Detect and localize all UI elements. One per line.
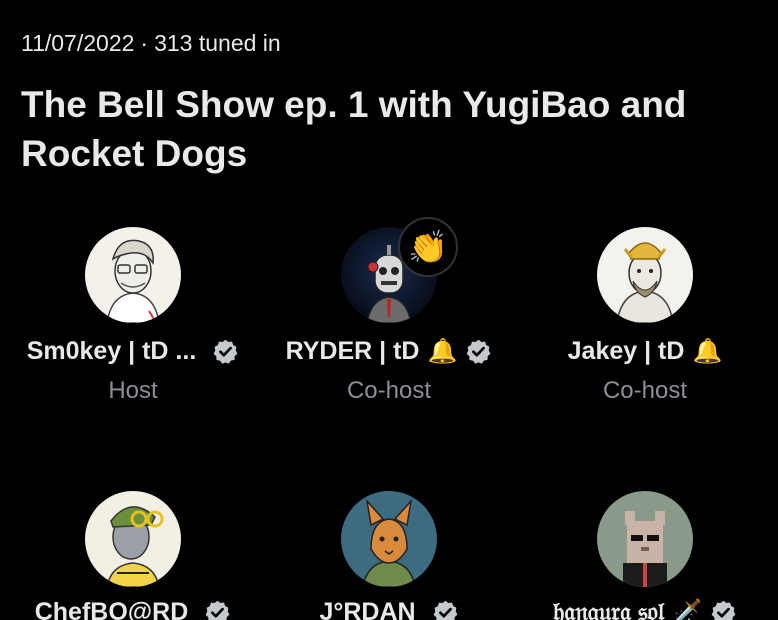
reaction-badge: 👏: [398, 217, 458, 277]
speaker-name-row: J°RDAN: [261, 598, 517, 620]
avatar[interactable]: [597, 227, 693, 323]
verified-badge-icon: [433, 600, 457, 620]
avatar[interactable]: [597, 491, 693, 587]
avatar[interactable]: [85, 491, 181, 587]
speaker-card[interactable]: Jakey | tD 🔔 Co-host: [517, 227, 773, 427]
speaker-card[interactable]: 👏 RYDER | tD 🔔 Co-host: [261, 217, 517, 427]
speaker-card[interactable]: Sm0key | tD ... Host: [5, 227, 261, 427]
verified-badge-icon: [466, 339, 491, 364]
bell-emoji: 🔔: [427, 338, 458, 365]
speaker-card[interactable]: 𝔥𝔞𝔫𝔤𝔲𝔯𝔞 𝔰𝔬𝔩 🗡️: [517, 491, 773, 620]
speaker-role: Co-host: [602, 377, 688, 404]
verified-badge-icon: [205, 600, 230, 620]
speaker-name: RYDER | tD: [285, 337, 420, 365]
speaker-name-row: Sm0key | tD ...: [5, 337, 261, 366]
space-meta: 11/07/2022 · 313 tuned in: [21, 30, 281, 57]
meta-separator: ·: [140, 30, 149, 56]
bell-emoji: 🔔: [692, 338, 723, 365]
speaker-name: ChefBO@RD: [34, 598, 189, 620]
speaker-name-row: ChefBO@RD: [5, 598, 261, 620]
space-title: The Bell Show ep. 1 with YugiBao and Roc…: [21, 84, 687, 174]
speaker-name: Jakey | tD: [567, 337, 685, 365]
speaker-name-row: Jakey | tD 🔔: [517, 337, 773, 366]
space-date: 11/07/2022: [21, 30, 135, 56]
speaker-name: 𝔥𝔞𝔫𝔤𝔲𝔯𝔞 𝔰𝔬𝔩: [552, 598, 665, 620]
verified-badge-icon: [213, 339, 238, 364]
speaker-name-row: 𝔥𝔞𝔫𝔤𝔲𝔯𝔞 𝔰𝔬𝔩 🗡️: [517, 598, 773, 620]
speaker-card[interactable]: ChefBO@RD: [5, 491, 261, 620]
speaker-role: Co-host: [346, 377, 432, 404]
avatar[interactable]: [85, 227, 181, 323]
tuned-in-count: 313 tuned in: [154, 30, 281, 56]
speaker-name: Sm0key | tD ...: [26, 337, 197, 365]
speaker-role: Host: [108, 377, 158, 404]
clap-emoji: 👏: [408, 229, 448, 265]
avatar[interactable]: [341, 491, 437, 587]
verified-badge-icon: [711, 600, 736, 620]
speaker-card[interactable]: J°RDAN: [261, 491, 517, 620]
speaker-name-row: RYDER | tD 🔔: [261, 337, 517, 366]
speaker-name: J°RDAN: [319, 598, 416, 620]
sword-emoji: 🗡️: [672, 599, 703, 620]
